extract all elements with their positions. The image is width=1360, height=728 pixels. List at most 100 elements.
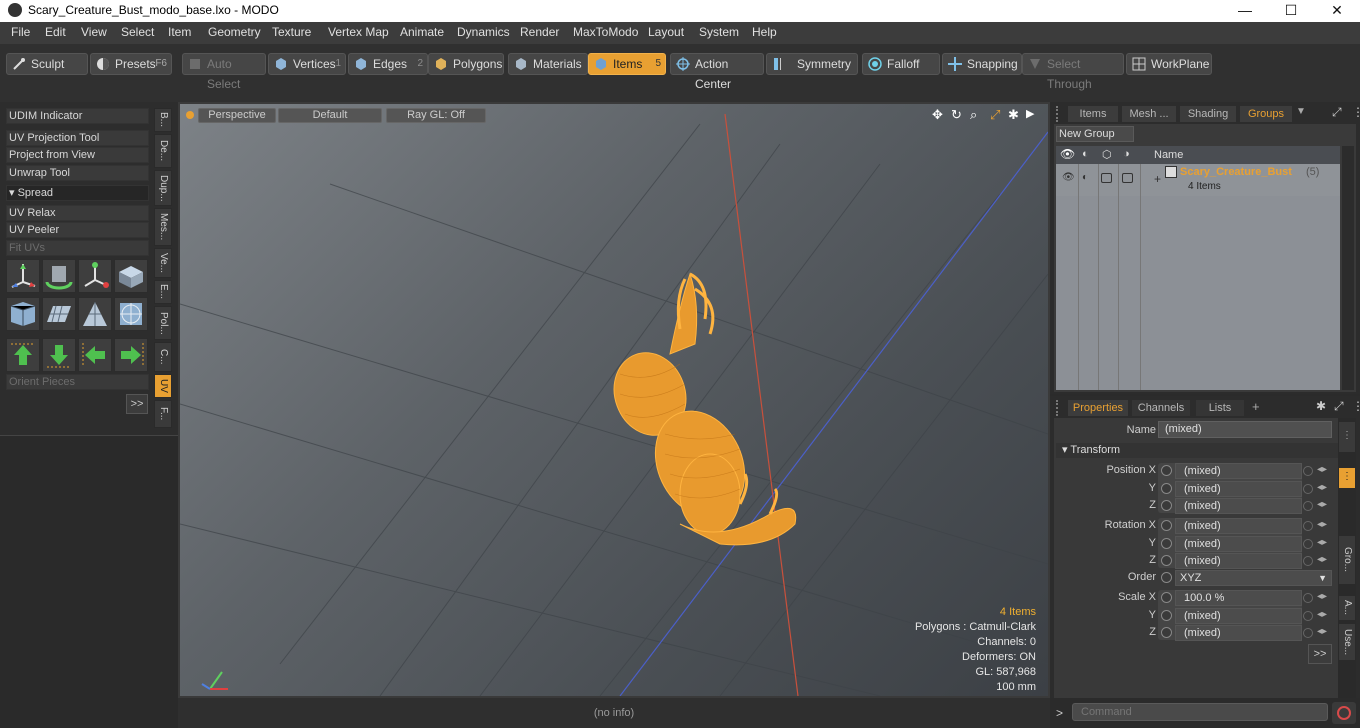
position-y-link-icon[interactable]: ◂▸ <box>1317 482 1327 493</box>
menu-vertex-map[interactable]: Vertex Map <box>328 25 389 39</box>
position-z-link-icon[interactable]: ◂▸ <box>1317 499 1327 510</box>
uv-box-button[interactable] <box>114 297 148 331</box>
group-lock-icon[interactable] <box>1101 173 1112 183</box>
side-tab-active[interactable]: ⋮ <box>1339 468 1355 488</box>
vtab-uv[interactable]: UV <box>154 374 172 398</box>
uv-unwrap-icon-button[interactable] <box>6 297 40 331</box>
position-z-field[interactable]: (mixed) <box>1175 498 1302 514</box>
position-y-field[interactable]: (mixed) <box>1175 481 1302 497</box>
workplane-button[interactable]: WorkPlane <box>1126 53 1212 75</box>
props-settings-icon[interactable]: ✱ <box>1316 399 1326 413</box>
rotation-x-keyframe[interactable] <box>1161 520 1172 531</box>
side-tab-groups[interactable]: Gro... <box>1339 536 1355 584</box>
items-mode-button[interactable]: Items 5 <box>588 53 666 75</box>
raygl-toggle[interactable]: Ray GL: Off <box>386 108 486 123</box>
props-panel-grip[interactable] <box>1056 400 1064 416</box>
group-name[interactable]: Scary_Creature_Bust <box>1180 166 1292 178</box>
new-group-button[interactable]: New Group <box>1056 126 1134 142</box>
group-visibility-icon[interactable]: 👁 <box>1062 172 1075 183</box>
tab-items[interactable]: Items <box>1068 106 1118 122</box>
udim-indicator-button[interactable]: UDIM Indicator <box>6 108 149 124</box>
more-tools-button[interactable]: >> <box>126 394 148 414</box>
polygons-mode-button[interactable]: Polygons <box>428 53 504 75</box>
menu-system[interactable]: System <box>699 25 739 39</box>
group-render-icon[interactable]: ◐ <box>1082 172 1088 183</box>
menu-texture[interactable]: Texture <box>272 25 311 39</box>
scale-x-field[interactable]: 100.0 % <box>1175 590 1302 606</box>
unwrap-tool-button[interactable]: Unwrap Tool <box>6 165 149 181</box>
scale-z-link-icon[interactable]: ◂▸ <box>1317 626 1327 637</box>
menu-dynamics[interactable]: Dynamics <box>457 25 510 39</box>
select-column-icon[interactable]: ◑ <box>1123 148 1130 160</box>
sculpt-button[interactable]: Sculpt <box>6 53 88 75</box>
scale-x-reset-icon[interactable] <box>1303 593 1313 603</box>
transform-section-header[interactable]: ▾ Transform <box>1056 443 1338 458</box>
command-input[interactable] <box>1072 703 1328 721</box>
name-field[interactable]: (mixed) <box>1158 421 1332 438</box>
scale-z-reset-icon[interactable] <box>1303 628 1313 638</box>
close-button[interactable]: ✕ <box>1314 0 1360 22</box>
uv-move-tool-button[interactable] <box>78 259 112 293</box>
align-right-button[interactable] <box>114 338 148 372</box>
vtab-vertex[interactable]: Ve... <box>154 248 172 278</box>
vtab-fusion[interactable]: F... <box>154 400 172 428</box>
vtab-curves[interactable]: C... <box>154 342 172 372</box>
menu-help[interactable]: Help <box>752 25 777 39</box>
vtab-polygon[interactable]: Pol... <box>154 306 172 340</box>
rotation-z-field[interactable]: (mixed) <box>1175 553 1302 569</box>
align-left-button[interactable] <box>78 338 112 372</box>
action-center-button[interactable]: Action Center <box>670 53 764 91</box>
auto-select-button[interactable]: Auto Select <box>182 53 266 91</box>
tab-channels[interactable]: Channels <box>1132 400 1190 416</box>
view-type-dropdown[interactable]: Perspective <box>198 108 276 123</box>
panel-grip[interactable] <box>1056 106 1064 122</box>
zoom-icon[interactable]: ⌕ <box>970 107 977 123</box>
materials-mode-button[interactable]: Materials <box>508 53 588 75</box>
viewport-settings-icon[interactable]: ✱ <box>1008 107 1019 123</box>
position-y-keyframe[interactable] <box>1161 483 1172 494</box>
falloff-button[interactable]: Falloff <box>862 53 940 75</box>
vtab-duplicate[interactable]: Dup... <box>154 170 172 206</box>
side-tab-user[interactable]: Use... <box>1339 624 1355 660</box>
spread-section-header[interactable]: ▾ Spread <box>6 185 149 201</box>
add-tab-button[interactable]: + <box>1252 399 1260 414</box>
tab-properties[interactable]: Properties <box>1068 400 1128 416</box>
position-z-keyframe[interactable] <box>1161 500 1172 511</box>
minimize-button[interactable]: — <box>1222 0 1268 22</box>
uv-cylindrical-button[interactable] <box>78 297 112 331</box>
vtab-mesh-edit[interactable]: Mes... <box>154 208 172 246</box>
scale-y-field[interactable]: (mixed) <box>1175 608 1302 624</box>
orbit-icon[interactable]: ↻ <box>951 107 962 123</box>
rotation-y-link-icon[interactable]: ◂▸ <box>1317 537 1327 548</box>
uv-rotate-tool-button[interactable] <box>42 259 76 293</box>
position-x-field[interactable]: (mixed) <box>1175 463 1302 479</box>
scale-x-keyframe[interactable] <box>1161 592 1172 603</box>
menu-layout[interactable]: Layout <box>648 25 684 39</box>
menu-animate[interactable]: Animate <box>400 25 444 39</box>
menu-view[interactable]: View <box>81 25 107 39</box>
align-up-button[interactable] <box>6 338 40 372</box>
side-tab-dots-1[interactable]: ⋮ <box>1339 422 1355 452</box>
maximize-button[interactable]: ☐ <box>1268 0 1314 22</box>
rotation-z-link-icon[interactable]: ◂▸ <box>1317 554 1327 565</box>
group-expand-icon[interactable]: + <box>1154 172 1161 186</box>
rotation-z-keyframe[interactable] <box>1161 555 1172 566</box>
scale-x-link-icon[interactable]: ◂▸ <box>1317 591 1327 602</box>
snapping-button[interactable]: Snapping <box>942 53 1022 75</box>
symmetry-button[interactable]: Symmetry <box>766 53 858 75</box>
vtab-basic[interactable]: B... <box>154 108 172 132</box>
edges-mode-button[interactable]: Edges 2 <box>348 53 428 75</box>
order-keyframe[interactable] <box>1161 572 1172 583</box>
menu-geometry[interactable]: Geometry <box>208 25 261 39</box>
position-y-reset-icon[interactable] <box>1303 484 1313 494</box>
orient-pieces-button[interactable]: Orient Pieces <box>6 374 149 390</box>
uv-relax-button[interactable]: UV Relax <box>6 205 149 221</box>
3d-viewport[interactable]: Perspective Default Ray GL: Off ✥ ↻ ⌕ ⤢ … <box>178 102 1050 698</box>
uv-scale-tool-button[interactable] <box>114 259 148 293</box>
presets-button[interactable]: Presets F6 <box>90 53 172 75</box>
rotation-y-reset-icon[interactable] <box>1303 539 1313 549</box>
rotation-x-reset-icon[interactable] <box>1303 521 1313 531</box>
order-dropdown[interactable]: XYZ ▼ <box>1175 570 1332 586</box>
position-x-link-icon[interactable]: ◂▸ <box>1317 464 1327 475</box>
tab-shading[interactable]: Shading <box>1180 106 1236 122</box>
